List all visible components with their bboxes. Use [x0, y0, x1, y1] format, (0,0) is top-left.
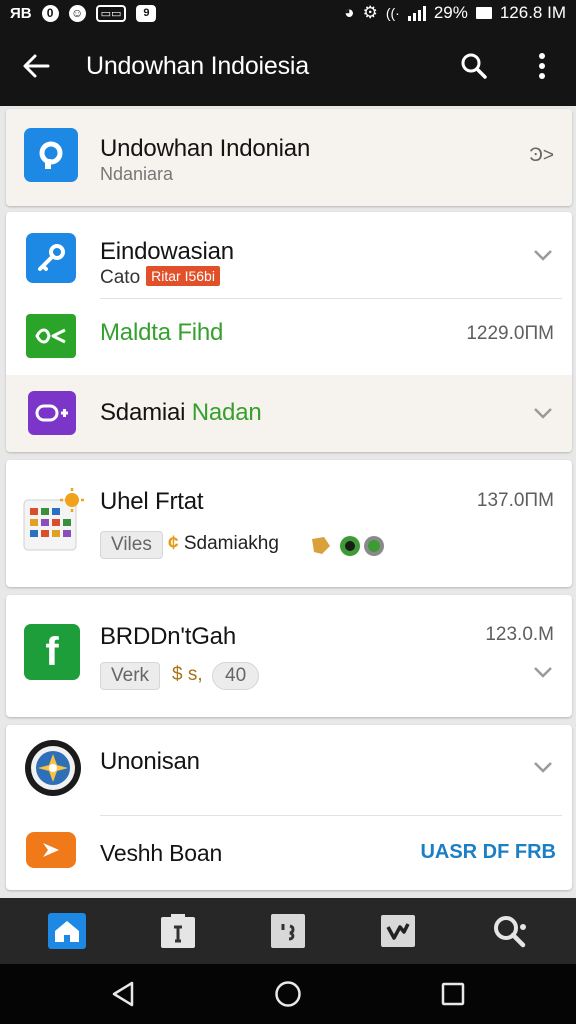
chevron-down-icon[interactable] [532, 406, 554, 420]
app-bar: Undowhan Indoiesia [0, 26, 576, 106]
item-title-a: Maldta [100, 319, 171, 346]
chevron-down-icon[interactable] [532, 248, 554, 262]
list-card: f BRDDn'tGah 123.0.M Verk $ s, 40 [6, 595, 572, 717]
item-subtitle: Ndaniara [100, 164, 174, 184]
item-size: 123.0.M [485, 624, 554, 645]
notification-badge-icon: 0 [41, 4, 59, 22]
green-chat-app-icon [26, 314, 76, 358]
list-card: Unonisan Veshh Boan UASR DF FRB [6, 725, 572, 890]
item-title: Undowhan Indonian [100, 135, 311, 162]
tag-chip[interactable]: Verk [100, 662, 161, 690]
cast-icon: ▭▭ [95, 4, 127, 22]
tag-chip[interactable]: Viles [100, 531, 163, 559]
blue-key-app-icon [26, 233, 76, 283]
list-item[interactable]: Veshh Boan UASR DF FRB [6, 816, 572, 890]
list-item[interactable]: f BRDDn'tGah 123.0.M Verk $ s, 40 [6, 595, 572, 717]
item-detail: $ s, [172, 664, 203, 685]
status-left-text: ЯB [10, 4, 32, 22]
badge-icons [310, 534, 390, 558]
item-detail-text: Sdamiakhg [183, 533, 279, 554]
item-title: Uhel Frtat [100, 488, 204, 515]
list-item[interactable]: Eindowasian Cato Ritar I56bi [6, 212, 572, 298]
item-title: Eindowasian [100, 238, 234, 265]
item-action-link[interactable]: UASR DF FRB [420, 841, 556, 864]
item-title-b: Fihd [177, 319, 224, 346]
battery-icon [475, 7, 492, 19]
clock-icon: ◕ [344, 3, 355, 22]
status-badge: Ritar I56bi [146, 266, 220, 286]
search-icon[interactable] [440, 26, 508, 106]
blue-p-app-icon [24, 128, 78, 182]
list-card: Eindowasian Cato Ritar I56bi Maldta Fihd … [6, 212, 572, 452]
grid-sun-app-icon [22, 486, 86, 556]
chevron-down-icon[interactable] [532, 760, 554, 774]
item-title-b: Nadan [191, 399, 262, 426]
system-navigation [0, 964, 576, 1024]
item-subtitle: Cato Ritar I56bi [100, 266, 220, 289]
item-title-a: Sdamiai [100, 399, 186, 426]
item-title: BRDDn'tGah [100, 623, 236, 650]
item-title: Veshh Boan [100, 840, 223, 866]
item-size: 137.0ΠM [476, 490, 554, 511]
item-title: Unonisan [100, 748, 200, 775]
status-bar: ЯB 0 ☺ ▭▭ 9 ◕ ⚙ ((· 29% 126.8 IM [0, 0, 576, 26]
tag-chip[interactable]: 40 [212, 662, 260, 690]
app-badge-icon: 9 [136, 4, 157, 22]
list-card: Undowhan Indonian Ndaniara Ͽ> [6, 109, 572, 206]
facebook-app-icon: f [24, 624, 80, 680]
item-size: 1229.0ΠM [466, 323, 554, 344]
chevron-down-icon[interactable] [532, 665, 554, 679]
back-icon[interactable] [93, 964, 153, 1024]
gear-icon: ⚙ [362, 3, 378, 22]
item-subtitle-text: Cato [100, 267, 141, 288]
item-title: Sdamiai Nadan [100, 399, 262, 427]
item-detail: ¢ Sdamiakhg [168, 533, 279, 554]
recents-icon[interactable] [423, 964, 483, 1024]
signal-icon [407, 5, 426, 21]
home-circle-icon[interactable] [258, 964, 318, 1024]
more-vert-icon[interactable] [508, 26, 576, 106]
check-icon[interactable] [370, 903, 426, 959]
list-item[interactable]: Unonisan [6, 725, 572, 815]
orange-play-app-icon [26, 832, 76, 868]
page-title: Undowhan Indoiesia [86, 51, 309, 80]
item-title: Maldta Fihd [100, 319, 223, 347]
badge-emblem-app-icon [24, 739, 82, 797]
clipboard-icon[interactable] [150, 903, 206, 959]
search-settings-icon[interactable] [481, 903, 537, 959]
list-card: Uhel Frtat 137.0ΠM Viles ¢ Sdamiakhg [6, 460, 572, 587]
list-item[interactable]: Uhel Frtat 137.0ΠM Viles ¢ Sdamiakhg [6, 460, 572, 587]
wifi-icon: ((· [385, 5, 400, 21]
list-item[interactable]: Sdamiai Nadan [6, 375, 572, 452]
item-trailing: Ͽ> [529, 145, 554, 166]
quote-icon[interactable] [260, 903, 316, 959]
home-icon[interactable] [39, 903, 95, 959]
status-time: 126.8 IM [499, 3, 566, 22]
bottom-navigation [0, 898, 576, 964]
back-arrow-icon[interactable] [0, 26, 72, 106]
chat-icon: ☺ [68, 4, 86, 22]
purple-toggle-app-icon [28, 391, 76, 435]
list-item[interactable]: Maldta Fihd 1229.0ΠM [6, 299, 572, 375]
list-item[interactable]: Undowhan Indonian Ndaniara Ͽ> [6, 109, 572, 206]
battery-percent: 29% [433, 3, 468, 22]
